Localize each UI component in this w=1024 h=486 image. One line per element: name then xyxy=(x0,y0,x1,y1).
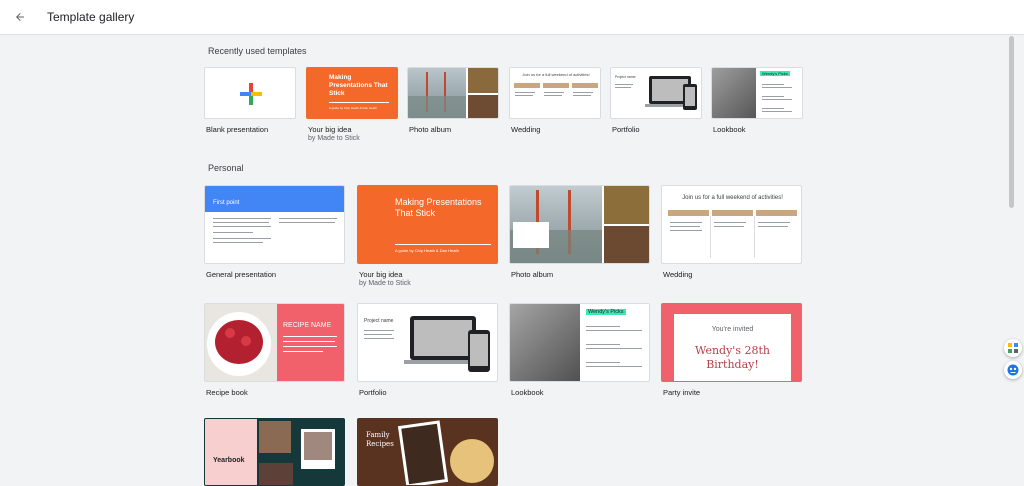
face-icon xyxy=(1007,364,1019,376)
template-family-recipes[interactable]: Family Recipes xyxy=(357,418,498,486)
photo-portrait-2 xyxy=(304,432,332,460)
scrollbar[interactable] xyxy=(1009,36,1014,486)
recent-template-wedding[interactable]: Join us for a full weekend of activities… xyxy=(509,67,601,139)
template-label: Blank presentation xyxy=(206,125,269,134)
arrow-back-icon xyxy=(16,13,24,21)
photo-portrait-1 xyxy=(259,421,291,453)
template-photo-album[interactable]: Photo album xyxy=(509,185,650,283)
template-portfolio[interactable]: Project name Portfolio xyxy=(357,303,498,401)
template-thumbnail: Wendy's Picks xyxy=(509,303,650,382)
section-recent-title: Recently used templates xyxy=(208,46,307,56)
phone-illustration xyxy=(468,330,490,372)
thumb-title: Making Presentations That Stick xyxy=(395,197,482,218)
photo-raspberries xyxy=(205,304,277,381)
template-yearbook[interactable]: Yearbook xyxy=(204,418,345,486)
scrollbar-thumb[interactable] xyxy=(1009,36,1014,208)
template-label: Recipe book xyxy=(206,388,248,397)
thumb-subtitle: A guide by Chip Heath & Dan Heath xyxy=(329,106,377,110)
back-button[interactable] xyxy=(9,6,31,28)
top-bar: Template gallery xyxy=(0,0,1024,35)
recent-template-portfolio[interactable]: Project name Portfolio xyxy=(610,67,702,139)
photo-food xyxy=(604,226,649,263)
thumb-tag: Wendy's Picks xyxy=(586,309,626,315)
thumb-project: Project name xyxy=(364,318,394,324)
thumb-subtitle: A guide by Chip Heath & Dan Heath xyxy=(395,248,459,253)
template-thumbnail xyxy=(407,67,499,119)
template-thumbnail xyxy=(204,67,296,119)
template-general-presentation[interactable]: First point General presentation xyxy=(204,185,345,283)
photo-street xyxy=(712,68,756,118)
template-recipe-book[interactable]: RECIPE NAME Recipe book xyxy=(204,303,345,401)
recent-template-big-idea[interactable]: Making Presentations That Stick A guide … xyxy=(306,67,398,145)
template-thumbnail: Making Presentations That Stick A guide … xyxy=(357,185,498,264)
template-label: Photo album xyxy=(511,270,554,279)
thumb-tag: Wendy's Picks xyxy=(760,71,790,76)
template-label: Photo album xyxy=(409,125,452,134)
thumb-first-point: First point xyxy=(213,200,240,206)
template-party-invite[interactable]: You're invited Wendy's 28th Birthday! Pa… xyxy=(661,303,802,401)
template-lookbook[interactable]: Wendy's Picks Lookbook xyxy=(509,303,650,401)
template-thumbnail: Project name xyxy=(610,67,702,119)
template-wedding[interactable]: Join us for a full weekend of activities… xyxy=(661,185,802,283)
recent-template-blank[interactable]: Blank presentation xyxy=(204,67,296,139)
phone-illustration xyxy=(683,84,697,110)
laptop-illustration xyxy=(410,316,476,360)
template-thumbnail: You're invited Wendy's 28th Birthday! xyxy=(661,303,802,382)
template-label: Your big idea xyxy=(308,125,352,134)
template-thumbnail: Wendy's Picks xyxy=(711,67,803,119)
thumb-title: Making Presentations That Stick xyxy=(329,74,388,97)
template-label: Portfolio xyxy=(612,125,640,134)
template-thumbnail: First point xyxy=(204,185,345,264)
template-label: Wedding xyxy=(663,270,693,279)
template-thumbnail: Join us for a full weekend of activities… xyxy=(661,185,802,264)
template-thumbnail: RECIPE NAME xyxy=(204,303,345,382)
template-thumbnail: Making Presentations That Stick A guide … xyxy=(306,67,398,119)
template-big-idea[interactable]: Making Presentations That Stick A guide … xyxy=(357,185,498,293)
plus-icon xyxy=(240,83,262,105)
template-label: Your big idea xyxy=(359,270,403,279)
thumb-heading: Join us for a full weekend of activities… xyxy=(522,72,590,77)
thumb-invite-small: You're invited xyxy=(711,326,754,333)
thumb-project: Project name xyxy=(615,75,636,79)
thumb-recipe-name: RECIPE NAME xyxy=(283,322,332,329)
template-thumbnail xyxy=(509,185,650,264)
thumb-invite-big: Wendy's 28th Birthday! xyxy=(695,344,770,371)
photo-dish-1 xyxy=(401,423,445,485)
template-label: General presentation xyxy=(206,270,277,279)
recent-template-lookbook[interactable]: Wendy's Picks Lookbook xyxy=(711,67,803,139)
side-extension-button-1[interactable] xyxy=(1004,339,1022,357)
section-personal-title: Personal xyxy=(208,163,244,173)
photo-portrait-3 xyxy=(259,463,293,485)
template-label: Lookbook xyxy=(713,125,746,134)
page-title: Template gallery xyxy=(47,10,135,24)
thumb-heading: Join us for a full weekend of activities… xyxy=(682,195,783,201)
photo-bridge xyxy=(510,186,602,263)
template-thumbnail: Family Recipes xyxy=(357,418,498,486)
photo-leaves xyxy=(468,68,498,93)
template-label: Wedding xyxy=(511,125,541,134)
photo-leaves xyxy=(604,186,649,224)
thumb-yearbook: Yearbook xyxy=(213,457,245,464)
template-label: Portfolio xyxy=(359,388,387,397)
side-extension-button-2[interactable] xyxy=(1004,361,1022,379)
grid-icon xyxy=(1008,343,1018,353)
photo-street xyxy=(510,304,580,381)
template-thumbnail: Yearbook xyxy=(204,418,345,486)
template-label: Lookbook xyxy=(511,388,544,397)
photo-pie xyxy=(450,439,494,483)
template-label: Party invite xyxy=(663,388,701,397)
photo-food xyxy=(468,95,498,118)
template-author: by Made to Stick xyxy=(359,280,411,287)
template-thumbnail: Project name xyxy=(357,303,498,382)
template-thumbnail: Join us for a full weekend of activities… xyxy=(509,67,601,119)
recent-template-photo-album[interactable]: Photo album xyxy=(407,67,499,139)
photo-bridge xyxy=(408,68,466,118)
template-author: by Made to Stick xyxy=(308,135,360,142)
